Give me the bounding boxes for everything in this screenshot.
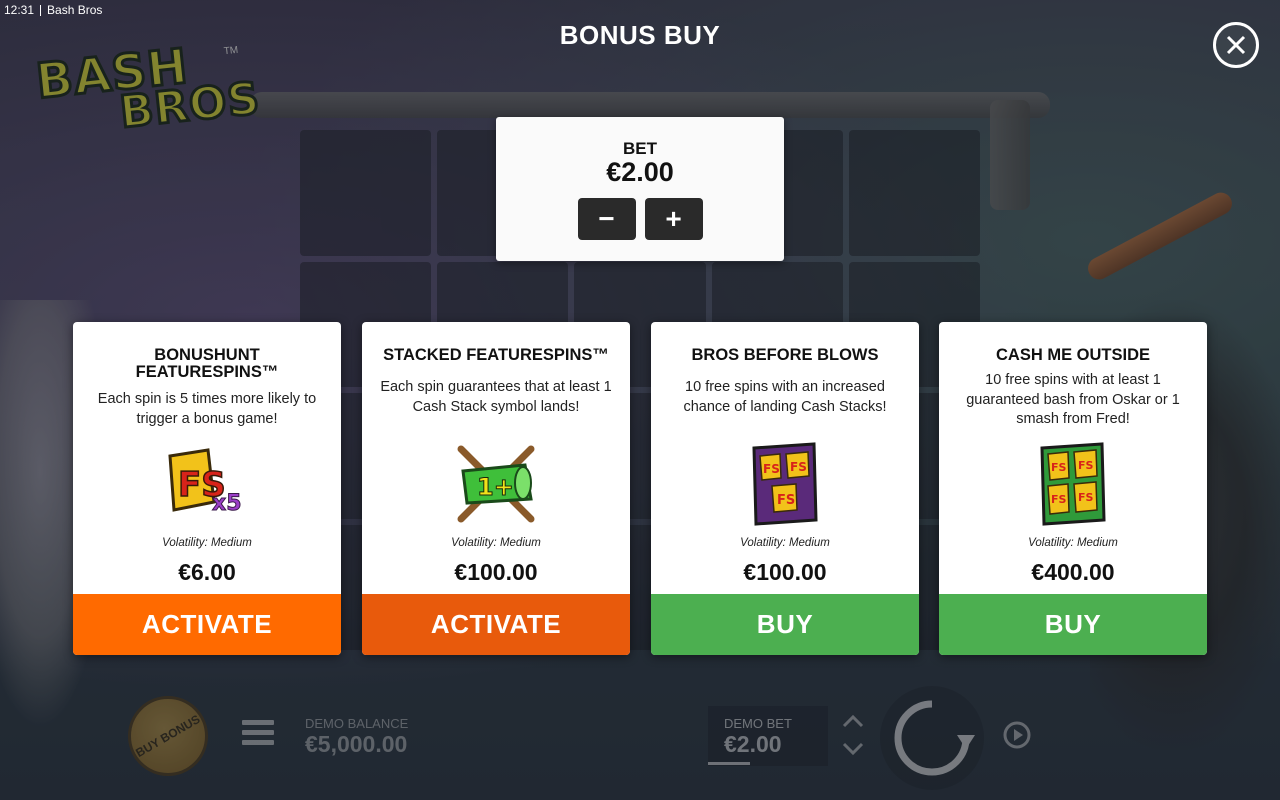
card-title: BROS BEFORE BLOWS: [691, 346, 879, 364]
art-text: 1+: [477, 473, 514, 501]
card-title: BONUSHUNT FEATURESPINS™: [135, 346, 279, 381]
bonus-card-bonushunt: BONUSHUNT FEATURESPINS™ Each spin is 5 t…: [73, 322, 341, 655]
bet-label: BET: [623, 139, 657, 158]
bet-decrease-button[interactable]: −: [577, 198, 636, 240]
art-multiplier-text: x5: [212, 491, 242, 516]
art-text: FS: [1078, 459, 1094, 472]
close-icon: [1226, 35, 1246, 55]
art-text: FS: [1051, 493, 1067, 506]
card-volatility: Volatility: Medium: [162, 537, 252, 549]
buy-button[interactable]: BUY: [651, 594, 919, 655]
art-text: FS: [790, 460, 807, 474]
card-price: €6.00: [178, 559, 236, 585]
activate-button[interactable]: ACTIVATE: [73, 594, 341, 655]
green-fs-tile-icon: FS FS FS FS: [1028, 439, 1118, 529]
card-volatility: Volatility: Medium: [1028, 537, 1118, 549]
card-description: 10 free spins with at least 1 guaranteed…: [966, 372, 1180, 427]
bet-value: €2.00: [606, 157, 674, 187]
card-price: €100.00: [454, 559, 538, 585]
card-volatility: Volatility: Medium: [451, 537, 541, 549]
card-description: Each spin guarantees that at least 1 Cas…: [380, 379, 612, 415]
bonus-card-cash-me-outside: CASH ME OUTSIDE 10 free spins with at le…: [939, 322, 1207, 655]
status-time: 12:31: [4, 3, 35, 17]
card-title: CASH ME OUTSIDE: [995, 346, 1150, 364]
bonus-card-bros-before-blows: BROS BEFORE BLOWS 10 free spins with an …: [651, 322, 919, 655]
bonus-card-stacked: STACKED FEATURESPINS™ Each spin guarante…: [362, 322, 630, 655]
card-price: €100.00: [743, 559, 827, 585]
fs-x5-icon: FS x5: [162, 439, 252, 529]
status-separator: [40, 4, 42, 16]
activate-button[interactable]: ACTIVATE: [362, 594, 630, 655]
bet-panel: BET €2.00 − +: [496, 117, 784, 261]
art-text: FS: [1051, 461, 1067, 474]
card-description: 10 free spins with an increased chance o…: [683, 379, 887, 415]
art-text: FS: [763, 462, 780, 476]
bet-increase-button[interactable]: +: [644, 198, 703, 240]
art-text: FS: [1078, 491, 1094, 504]
card-title: STACKED FEATURESPINS™: [383, 346, 609, 364]
card-volatility: Volatility: Medium: [740, 537, 830, 549]
status-app-name: Bash Bros: [47, 3, 103, 17]
modal-title: BONUS BUY: [559, 20, 721, 50]
card-description: Each spin is 5 times more likely to trig…: [97, 391, 317, 427]
purple-fs-tile-icon: FS FS FS: [740, 439, 830, 529]
cash-stack-bats-icon: 1+: [451, 439, 541, 529]
status-bar: 12:31 Bash Bros: [4, 3, 102, 17]
close-button[interactable]: [1213, 22, 1259, 68]
card-price: €400.00: [1031, 559, 1115, 585]
buy-button[interactable]: BUY: [939, 594, 1207, 655]
art-text: FS: [777, 493, 795, 508]
